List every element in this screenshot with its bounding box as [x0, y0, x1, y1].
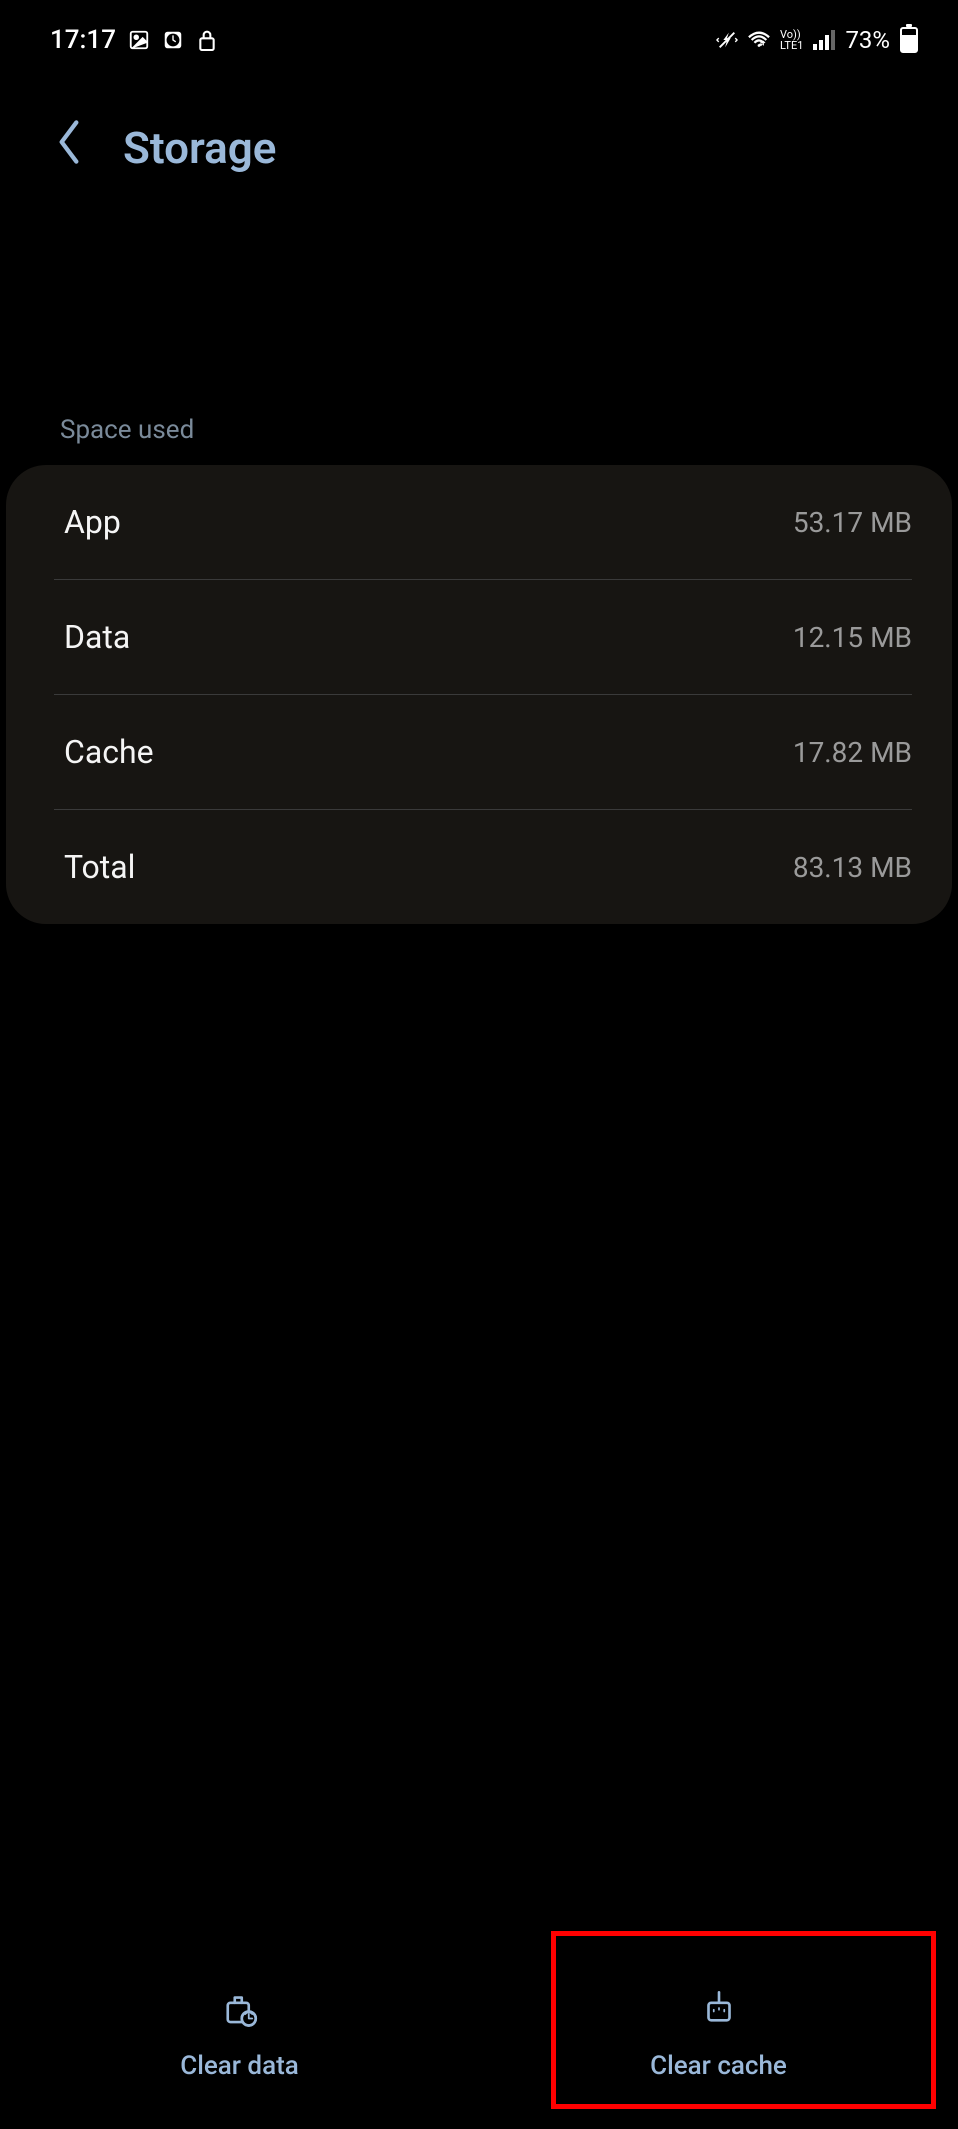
row-label: Cache: [64, 733, 154, 771]
clear-data-button[interactable]: Clear data: [0, 1939, 479, 2129]
section-header: Space used: [0, 415, 958, 465]
page-header: Storage: [0, 70, 958, 195]
row-label: Total: [64, 848, 135, 886]
row-label: App: [64, 503, 121, 541]
wifi-icon: [748, 29, 770, 51]
lock-icon: [196, 29, 218, 51]
storage-card: App 53.17 MB Data 12.15 MB Cache 17.82 M…: [6, 465, 952, 924]
image-icon: [128, 29, 150, 51]
volte-icon: Vo)) LTE1: [780, 29, 803, 51]
row-data: Data 12.15 MB: [54, 580, 912, 695]
clear-cache-label: Clear cache: [650, 2051, 787, 2081]
clear-data-label: Clear data: [180, 2051, 299, 2081]
vibrate-icon: [716, 29, 738, 51]
row-value: 17.82 MB: [793, 736, 912, 769]
clear-cache-button[interactable]: Clear cache: [479, 1939, 958, 2129]
back-button[interactable]: [55, 120, 83, 175]
broom-icon: [698, 1987, 740, 2033]
row-total: Total 83.13 MB: [54, 810, 912, 924]
row-value: 12.15 MB: [793, 621, 912, 654]
battery-percent: 73%: [845, 26, 890, 54]
status-bar-left: 17:17: [50, 25, 218, 55]
status-bar-right: Vo)) LTE1 73%: [716, 26, 918, 54]
row-app: App 53.17 MB: [54, 465, 912, 580]
trash-data-icon: [219, 1987, 261, 2033]
row-value: 53.17 MB: [793, 506, 912, 539]
annotation-highlight: [551, 1931, 936, 2109]
row-value: 83.13 MB: [793, 851, 912, 884]
page-title: Storage: [123, 122, 276, 174]
status-bar: 17:17: [0, 0, 958, 70]
battery-icon: [900, 27, 918, 53]
bottom-action-bar: Clear data Clear cache: [0, 1939, 958, 2129]
content-area: Space used App 53.17 MB Data 12.15 MB Ca…: [0, 415, 958, 924]
clock-icon: [162, 29, 184, 51]
status-time: 17:17: [50, 25, 116, 55]
signal-icon: [813, 30, 835, 50]
row-cache: Cache 17.82 MB: [54, 695, 912, 810]
row-label: Data: [64, 618, 130, 656]
